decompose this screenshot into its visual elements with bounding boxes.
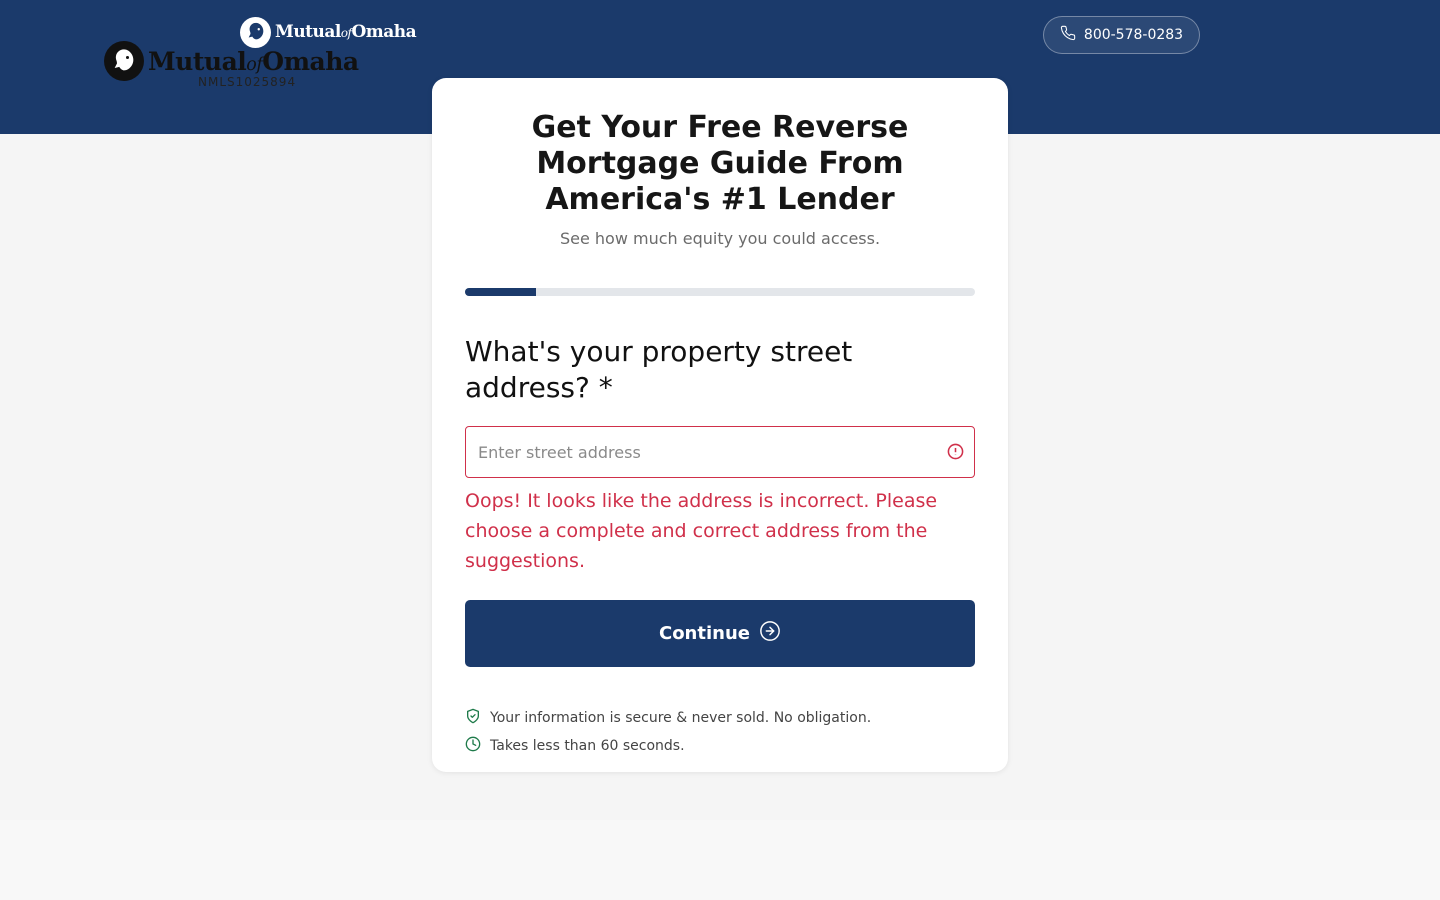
trust-list: Your information is secure & never sold.… xyxy=(465,704,975,760)
continue-label: Continue xyxy=(658,623,750,644)
page-subtitle: See how much equity you could access. xyxy=(559,229,881,248)
error-circle-icon xyxy=(947,443,964,464)
page-title: Get Your Free Reverse Mortgage Guide Fro… xyxy=(531,110,909,217)
phone-button[interactable]: 800-578-0283 xyxy=(1043,16,1200,54)
progress-bar xyxy=(465,288,975,296)
phone-icon xyxy=(1060,25,1076,45)
footer xyxy=(0,820,1440,900)
address-error-message: Oops! It looks like the address is incor… xyxy=(465,490,938,572)
address-field xyxy=(465,426,975,478)
question-label: What's your property street address? * xyxy=(465,335,853,404)
continue-button[interactable]: Continue xyxy=(465,600,975,667)
progress-fill xyxy=(465,288,537,296)
nmls-number: NMLS1025894 xyxy=(198,75,297,89)
logo-wordmark: MutualofOmaha xyxy=(148,46,359,76)
clock-icon xyxy=(465,736,481,756)
list-item: Takes less than 60 seconds. xyxy=(465,732,975,760)
lead-form-card: Get Your Free Reverse Mortgage Guide Fro… xyxy=(432,78,1008,772)
arrow-circle-right-icon xyxy=(759,620,781,647)
street-address-input[interactable] xyxy=(465,426,975,478)
lion-icon xyxy=(104,41,144,81)
phone-number: 800-578-0283 xyxy=(1083,27,1184,43)
trust-text: Takes less than 60 seconds. xyxy=(490,738,685,754)
shield-check-icon xyxy=(465,708,481,728)
list-item: Your information is secure & never sold.… xyxy=(465,704,975,732)
logo-wordmark: MutualofOmaha xyxy=(275,22,417,42)
trust-text: Your information is secure & never sold.… xyxy=(490,710,872,726)
